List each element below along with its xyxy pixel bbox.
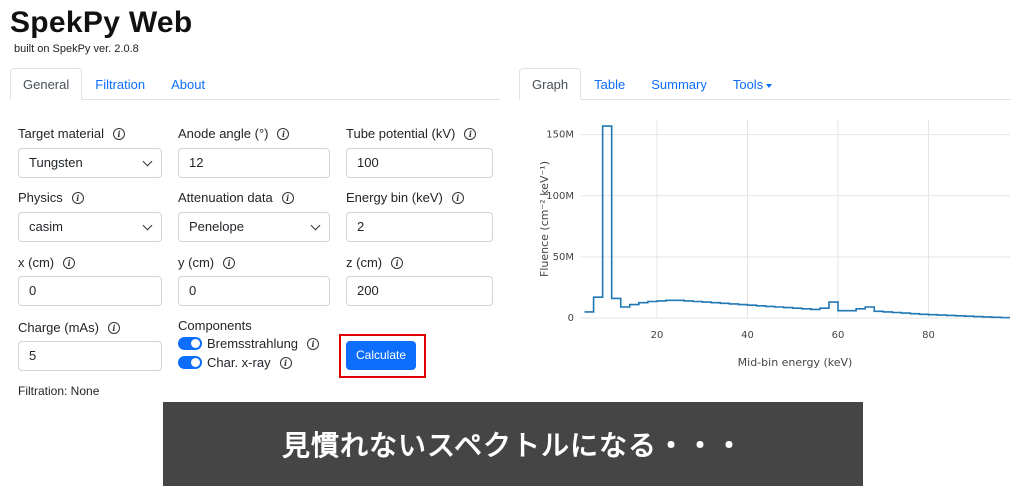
info-icon[interactable]: i	[63, 256, 76, 269]
energy-bin-input[interactable]: 2	[346, 212, 493, 242]
info-icon[interactable]: i	[464, 127, 477, 140]
bremsstrahlung-toggle[interactable]	[178, 337, 202, 350]
chevron-down-icon	[142, 220, 153, 231]
physics-select[interactable]: casim	[18, 212, 162, 242]
y-label: y (cm) i	[178, 255, 236, 270]
tab-table[interactable]: Table	[581, 68, 638, 100]
physics-label: Physics i	[18, 190, 84, 205]
y-tick-label: 50M	[553, 252, 574, 263]
y-tick-label: 150M	[546, 130, 574, 141]
tab-tools[interactable]: Tools	[720, 68, 785, 100]
bremsstrahlung-toggle-row: Bremsstrahlung i	[178, 336, 320, 351]
info-icon[interactable]: i	[277, 127, 290, 140]
chevron-down-icon	[142, 156, 153, 167]
chart-grid	[580, 120, 1010, 319]
x-input[interactable]: 0	[18, 276, 162, 306]
info-icon[interactable]: i	[279, 356, 292, 369]
x-tick-label: 60	[832, 330, 845, 341]
tab-about[interactable]: About	[158, 68, 218, 100]
y-tick-label: 0	[568, 313, 574, 324]
tab-graph[interactable]: Graph	[519, 68, 582, 100]
x-tick-label: 40	[741, 330, 754, 341]
info-icon[interactable]: i	[391, 256, 404, 269]
info-icon[interactable]: i	[451, 191, 464, 204]
char-xray-label: Char. x-ray	[207, 355, 271, 370]
caption-banner: 見慣れないスペクトルになる・・・	[163, 402, 863, 486]
z-input[interactable]: 200	[346, 276, 493, 306]
attenuation-data-select[interactable]: Penelope	[178, 212, 330, 242]
info-icon[interactable]: i	[107, 321, 120, 334]
calculate-button[interactable]: Calculate	[346, 341, 416, 370]
chart-ticks: 20 40 60 80050M100M150M	[546, 130, 935, 341]
tab-summary[interactable]: Summary	[638, 68, 720, 100]
x-axis-title: Mid-bin energy (keV)	[738, 356, 853, 369]
caret-down-icon	[766, 83, 773, 88]
info-icon[interactable]: i	[112, 127, 125, 140]
energy-bin-label: Energy bin (keV) i	[346, 190, 464, 205]
info-icon[interactable]: i	[223, 256, 236, 269]
left-tab-bar: General Filtration About	[10, 68, 500, 100]
z-label: z (cm) i	[346, 255, 404, 270]
char-xray-toggle-row: Char. x-ray i	[178, 355, 292, 370]
target-material-label: Target material i	[18, 126, 125, 141]
tube-potential-label: Tube potential (kV) i	[346, 126, 477, 141]
anode-angle-input[interactable]: 12	[178, 148, 330, 178]
attenuation-data-label: Attenuation data i	[178, 190, 294, 205]
app-title: SpekPy Web	[10, 6, 193, 39]
tab-filtration[interactable]: Filtration	[82, 68, 158, 100]
filtration-status: Filtration: None	[18, 384, 100, 398]
x-tick-label: 80	[922, 330, 935, 341]
anode-angle-label: Anode angle (°) i	[178, 126, 290, 141]
spectrum-chart: 20 40 60 80050M100M150M Mid-bin energy (keV…	[538, 120, 1010, 369]
x-tick-label: 20	[651, 330, 664, 341]
target-material-select[interactable]: Tungsten	[18, 148, 162, 178]
x-label: x (cm) i	[18, 255, 76, 270]
y-axis-title: Fluence (cm⁻² keV⁻¹)	[538, 161, 551, 277]
components-label: Components	[178, 318, 252, 333]
info-icon[interactable]: i	[307, 337, 320, 350]
info-icon[interactable]: i	[71, 191, 84, 204]
right-tab-bar: Graph Table Summary Tools	[519, 68, 1011, 100]
tab-tools-label: Tools	[732, 77, 764, 92]
info-icon[interactable]: i	[281, 191, 294, 204]
charge-label: Charge (mAs) i	[18, 320, 120, 335]
chevron-down-icon	[310, 220, 321, 231]
charge-input[interactable]: 5	[18, 341, 162, 371]
spectrum-line	[584, 125, 1010, 319]
app-subtitle: built on SpekPy ver. 2.0.8	[14, 43, 139, 55]
tube-potential-input[interactable]: 100	[346, 148, 493, 178]
char-xray-toggle[interactable]	[178, 356, 202, 369]
tab-general[interactable]: General	[10, 68, 83, 100]
y-input[interactable]: 0	[178, 276, 330, 306]
bremsstrahlung-label: Bremsstrahlung	[207, 336, 299, 351]
